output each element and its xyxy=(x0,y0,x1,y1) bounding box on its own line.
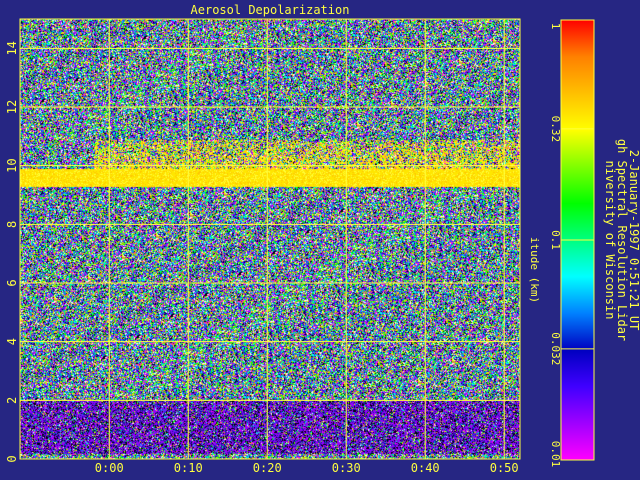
x-tick-label: 0:10 xyxy=(174,461,203,475)
colorbar-tick-label: 0.01 xyxy=(549,441,562,468)
x-tick-label: 0:20 xyxy=(253,461,282,475)
chart-title: Aerosol Depolarization xyxy=(191,3,350,17)
y-axis-ticks: 0 2 4 6 8 10 12 14 xyxy=(5,41,19,463)
y-tick-label: 14 xyxy=(5,41,19,55)
institution-text: niversity of Wisconsin xyxy=(603,161,617,320)
y-tick-label: 0 xyxy=(5,455,19,462)
y-axis-label: itude (km) xyxy=(528,237,541,303)
colorbar-tick-label: 1 xyxy=(549,23,562,30)
x-tick-label: 0:00 xyxy=(95,461,124,475)
instrument-text: gh Spectral Resolution Lidar xyxy=(615,139,629,341)
y-tick-label: 10 xyxy=(5,158,19,172)
x-tick-label: 0:50 xyxy=(490,461,519,475)
y-tick-label: 8 xyxy=(5,221,19,228)
colorbar-tick-label: 0.32 xyxy=(549,116,562,143)
y-tick-label: 12 xyxy=(5,100,19,114)
colorbar: 1 0.32 0.1 0.032 0.01 xyxy=(549,19,595,468)
depolarization-heatmap xyxy=(20,19,520,459)
y-tick-label: 6 xyxy=(5,279,19,286)
x-tick-label: 0:30 xyxy=(332,461,361,475)
lidar-figure: Aerosol Depolarization 02468101214 0:00 0… xyxy=(5,3,640,475)
timestamp-text: 2-January-1997 0:51:21 UT xyxy=(627,150,640,331)
x-axis-ticks: 0:00 0:10 0:20 0:30 0:40 0:50 xyxy=(95,461,519,475)
instrument-info: niversity of Wisconsin gh Spectral Resol… xyxy=(603,139,640,341)
x-tick-label: 0:40 xyxy=(411,461,440,475)
y-tick-label: 4 xyxy=(5,338,19,345)
colorbar-tick-label: 0.032 xyxy=(549,332,562,365)
plot-area: 0 2 4 6 8 10 12 14 0:00 0:10 0:20 0:30 0:40 0:50 xyxy=(5,18,521,475)
colorbar-tick-label: 0.1 xyxy=(549,230,562,250)
y-tick-label: 2 xyxy=(5,397,19,404)
